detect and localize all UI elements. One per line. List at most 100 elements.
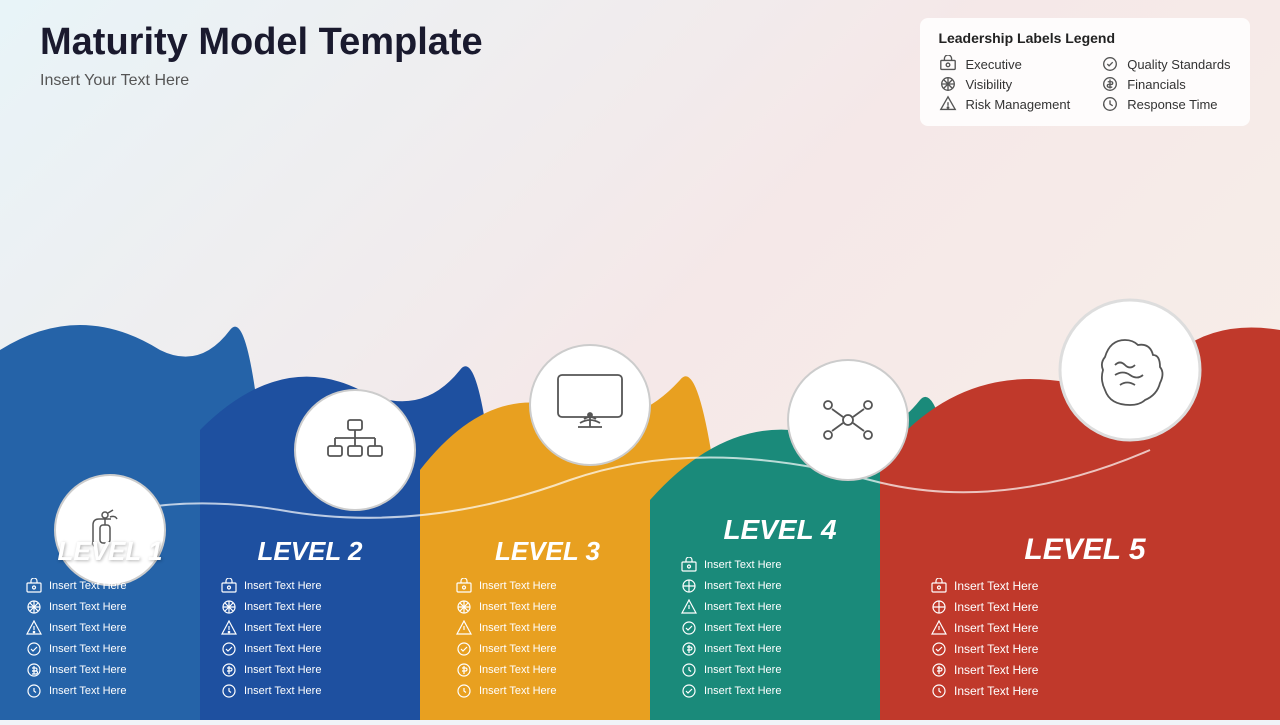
vis-icon-l2 [220, 598, 238, 616]
exec-icon-l3 [455, 577, 473, 595]
fin-icon-l4 [680, 640, 698, 658]
list-item: Insert Text Here [220, 682, 400, 700]
fin-icon-l5 [930, 661, 948, 679]
level3-content: LEVEL 3 Insert Text Here Insert Text Her… [455, 536, 640, 700]
qual-icon-l3 [455, 640, 473, 658]
vis-icon-l3 [455, 598, 473, 616]
list-item: Insert Text Here [455, 682, 640, 700]
list-item: Insert Text Here [680, 619, 880, 637]
resp-icon-l3 [455, 682, 473, 700]
list-item: Insert Text Here [930, 682, 1240, 700]
risk-icon-l2 [220, 619, 238, 637]
response-icon [1100, 94, 1120, 114]
list-item: Insert Text Here [455, 598, 640, 616]
qual-icon-l5 [930, 640, 948, 658]
legend-grid: Executive Visibility [938, 54, 1232, 114]
vis-icon-l1 [25, 598, 43, 616]
list-item: Insert Text Here [930, 640, 1240, 658]
list-item: Insert Text Here [680, 598, 880, 616]
list-item: Insert Text Here [455, 640, 640, 658]
list-item: Insert Text Here [930, 598, 1240, 616]
resp-icon-l5 [930, 682, 948, 700]
list-item: Insert Text Here [680, 577, 880, 595]
level2-content: LEVEL 2 Insert Text Here Insert Text Her… [220, 536, 400, 700]
list-item: Insert Text Here [220, 640, 400, 658]
extra-icon-l4 [680, 682, 698, 700]
risk-icon-l3 [455, 619, 473, 637]
level5-title: LEVEL 5 [930, 533, 1240, 567]
legend-title: Leadership Labels Legend [938, 30, 1232, 46]
visibility-label: Visibility [965, 77, 1012, 92]
qual-icon-l4 [680, 619, 698, 637]
fin-icon-l2 [220, 661, 238, 679]
qual-icon-l2 [220, 640, 238, 658]
legend-item-risk: Risk Management [938, 94, 1070, 114]
exec-icon-l5 [930, 577, 948, 595]
executive-icon [938, 54, 958, 74]
level4-title: LEVEL 4 [680, 514, 880, 546]
resp-icon-l1 [25, 682, 43, 700]
list-item: Insert Text Here [25, 682, 195, 700]
legend-panel: Leadership Labels Legend Executive [920, 18, 1250, 126]
level1-content: LEVEL 1 Insert Text Here Insert Text Her… [25, 536, 195, 700]
risk-icon-l5 [930, 619, 948, 637]
page-subtitle: Insert Your Text Here [40, 72, 483, 90]
list-item: Insert Text Here [680, 640, 880, 658]
list-item: Insert Text Here [680, 556, 880, 574]
response-label: Response Time [1127, 97, 1217, 112]
risk-icon-l4 [680, 598, 698, 616]
legend-item-financials: Financials [1100, 74, 1232, 94]
visualization-area: LEVEL 1 Insert Text Here Insert Text Her… [0, 150, 1280, 720]
exec-icon-l4 [680, 556, 698, 574]
level2-title: LEVEL 2 [220, 536, 400, 567]
legend-left: Executive Visibility [938, 54, 1070, 114]
list-item: Insert Text Here [25, 619, 195, 637]
exec-icon-l1 [25, 577, 43, 595]
list-item: Insert Text Here [680, 682, 880, 700]
level4-list: Insert Text Here Insert Text Here Insert… [680, 556, 880, 700]
header: Maturity Model Template Insert Your Text… [40, 20, 483, 90]
level1-list: Insert Text Here Insert Text Here Insert… [25, 577, 195, 700]
legend-right: Quality Standards Financials [1100, 54, 1232, 114]
list-item: Insert Text Here [930, 619, 1240, 637]
list-item: Insert Text Here [220, 598, 400, 616]
fin-icon-l1 [25, 661, 43, 679]
legend-item-executive: Executive [938, 54, 1070, 74]
legend-item-quality: Quality Standards [1100, 54, 1232, 74]
executive-label: Executive [965, 57, 1021, 72]
risk-icon-l1 [25, 619, 43, 637]
list-item: Insert Text Here [930, 661, 1240, 679]
level3-list: Insert Text Here Insert Text Here Insert… [455, 577, 640, 700]
risk-label: Risk Management [965, 97, 1070, 112]
fin-icon-l3 [455, 661, 473, 679]
vis-icon-l4 [680, 577, 698, 595]
list-item: Insert Text Here [455, 619, 640, 637]
exec-icon-l2 [220, 577, 238, 595]
quality-label: Quality Standards [1127, 57, 1230, 72]
list-item: Insert Text Here [25, 640, 195, 658]
visibility-icon [938, 74, 958, 94]
legend-item-response: Response Time [1100, 94, 1232, 114]
resp-icon-l4 [680, 661, 698, 679]
qual-icon-l1 [25, 640, 43, 658]
level1-title: LEVEL 1 [25, 536, 195, 567]
financials-icon [1100, 74, 1120, 94]
list-item: Insert Text Here [455, 661, 640, 679]
level5-list: Insert Text Here Insert Text Here Insert… [930, 577, 1240, 700]
resp-icon-l2 [220, 682, 238, 700]
list-item: Insert Text Here [25, 598, 195, 616]
level4-content: LEVEL 4 Insert Text Here Insert Text Her… [680, 514, 880, 700]
list-item: Insert Text Here [25, 577, 195, 595]
quality-icon [1100, 54, 1120, 74]
list-item: Insert Text Here [455, 577, 640, 595]
list-item: Insert Text Here [25, 661, 195, 679]
risk-icon [938, 94, 958, 114]
vis-icon-l5 [930, 598, 948, 616]
financials-label: Financials [1127, 77, 1186, 92]
page-title: Maturity Model Template [40, 20, 483, 66]
level5-content: LEVEL 5 Insert Text Here Insert Text Her… [930, 533, 1240, 700]
level3-title: LEVEL 3 [455, 536, 640, 567]
list-item: Insert Text Here [680, 661, 880, 679]
list-item: Insert Text Here [220, 619, 400, 637]
list-item: Insert Text Here [220, 661, 400, 679]
